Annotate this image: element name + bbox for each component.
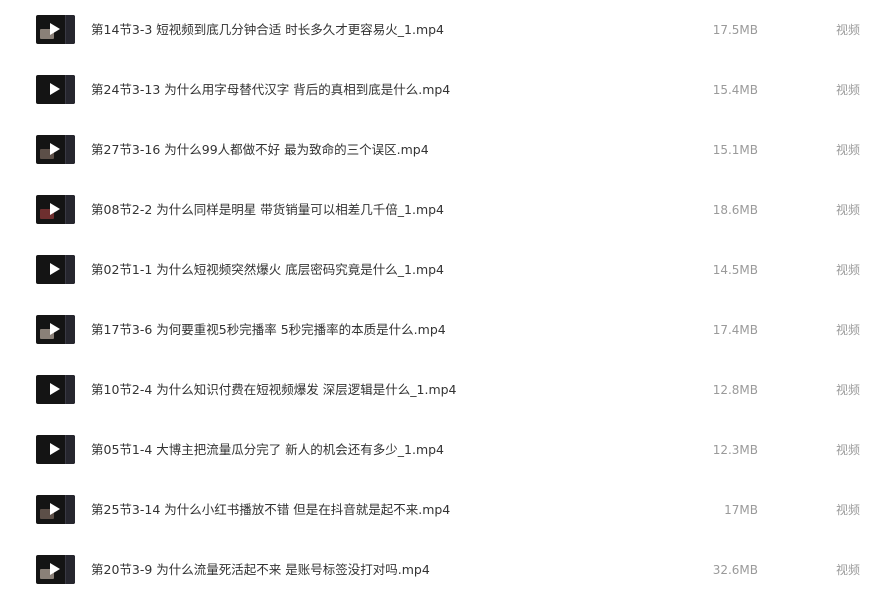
play-icon (50, 263, 60, 275)
file-row[interactable]: 第05节1-4 大博主把流量瓜分完了 新人的机会还有多少_1.mp4 12.3M… (0, 420, 890, 480)
file-row[interactable]: 第20节3-9 为什么流量死活起不来 是账号标签没打对吗.mp4 32.6MB … (0, 540, 890, 600)
file-list: 第14节3-3 短视频到底几分钟合适 时长多久才更容易火_1.mp4 17.5M… (0, 0, 890, 592)
play-icon (50, 83, 60, 95)
file-size: 17.4MB (712, 323, 758, 337)
video-thumbnail-icon[interactable] (36, 255, 75, 284)
play-icon (50, 323, 60, 335)
file-size: 17MB (724, 503, 758, 517)
file-name[interactable]: 第17节3-6 为何要重视5秒完播率 5秒完播率的本质是什么.mp4 (91, 300, 446, 360)
file-type: 视频 (836, 383, 861, 397)
file-size: 17.5MB (712, 23, 758, 37)
file-size: 12.8MB (712, 383, 758, 397)
video-thumbnail-icon[interactable] (36, 315, 75, 344)
file-type: 视频 (836, 83, 861, 97)
file-type: 视频 (836, 203, 861, 217)
play-icon (50, 443, 60, 455)
file-row[interactable]: 第14节3-3 短视频到底几分钟合适 时长多久才更容易火_1.mp4 17.5M… (0, 0, 890, 60)
video-thumbnail-icon[interactable] (36, 135, 75, 164)
video-thumbnail-icon[interactable] (36, 435, 75, 464)
file-name[interactable]: 第02节1-1 为什么短视频突然爆火 底层密码究竟是什么_1.mp4 (91, 240, 444, 300)
file-row[interactable]: 第27节3-16 为什么99人都做不好 最为致命的三个误区.mp4 15.1MB… (0, 120, 890, 180)
file-name[interactable]: 第20节3-9 为什么流量死活起不来 是账号标签没打对吗.mp4 (91, 540, 430, 600)
video-thumbnail-icon[interactable] (36, 495, 75, 524)
play-icon (50, 383, 60, 395)
play-icon (50, 143, 60, 155)
file-size: 15.4MB (712, 83, 758, 97)
file-type: 视频 (836, 143, 861, 157)
file-name[interactable]: 第05节1-4 大博主把流量瓜分完了 新人的机会还有多少_1.mp4 (91, 420, 444, 480)
file-type: 视频 (836, 23, 861, 37)
file-size: 18.6MB (712, 203, 758, 217)
video-thumbnail-icon[interactable] (36, 555, 75, 584)
video-thumbnail-icon[interactable] (36, 75, 75, 104)
file-row[interactable]: 第10节2-4 为什么知识付费在短视频爆发 深层逻辑是什么_1.mp4 12.8… (0, 360, 890, 420)
file-name[interactable]: 第08节2-2 为什么同样是明星 带货销量可以相差几千倍_1.mp4 (91, 180, 444, 240)
file-name[interactable]: 第27节3-16 为什么99人都做不好 最为致命的三个误区.mp4 (91, 120, 429, 180)
file-row[interactable]: 第17节3-6 为何要重视5秒完播率 5秒完播率的本质是什么.mp4 17.4M… (0, 300, 890, 360)
file-name[interactable]: 第24节3-13 为什么用字母替代汉字 背后的真相到底是什么.mp4 (91, 60, 450, 120)
file-type: 视频 (836, 443, 861, 457)
file-size: 15.1MB (712, 143, 758, 157)
file-name[interactable]: 第10节2-4 为什么知识付费在短视频爆发 深层逻辑是什么_1.mp4 (91, 360, 457, 420)
play-icon (50, 23, 60, 35)
play-icon (50, 503, 60, 515)
file-row[interactable]: 第02节1-1 为什么短视频突然爆火 底层密码究竟是什么_1.mp4 14.5M… (0, 240, 890, 300)
file-row[interactable]: 第08节2-2 为什么同样是明星 带货销量可以相差几千倍_1.mp4 18.6M… (0, 180, 890, 240)
file-type: 视频 (836, 263, 861, 277)
file-row[interactable]: 第24节3-13 为什么用字母替代汉字 背后的真相到底是什么.mp4 15.4M… (0, 60, 890, 120)
video-thumbnail-icon[interactable] (36, 375, 75, 404)
video-thumbnail-icon[interactable] (36, 15, 75, 44)
video-thumbnail-icon[interactable] (36, 195, 75, 224)
file-type: 视频 (836, 323, 861, 337)
file-size: 14.5MB (712, 263, 758, 277)
file-size: 12.3MB (712, 443, 758, 457)
file-size: 32.6MB (712, 563, 758, 577)
play-icon (50, 203, 60, 215)
file-row[interactable]: 第25节3-14 为什么小红书播放不错 但是在抖音就是起不来.mp4 17MB … (0, 480, 890, 540)
file-name[interactable]: 第14节3-3 短视频到底几分钟合适 时长多久才更容易火_1.mp4 (91, 0, 444, 60)
file-name[interactable]: 第25节3-14 为什么小红书播放不错 但是在抖音就是起不来.mp4 (91, 480, 450, 540)
file-type: 视频 (836, 563, 861, 577)
file-type: 视频 (836, 503, 861, 517)
play-icon (50, 563, 60, 575)
